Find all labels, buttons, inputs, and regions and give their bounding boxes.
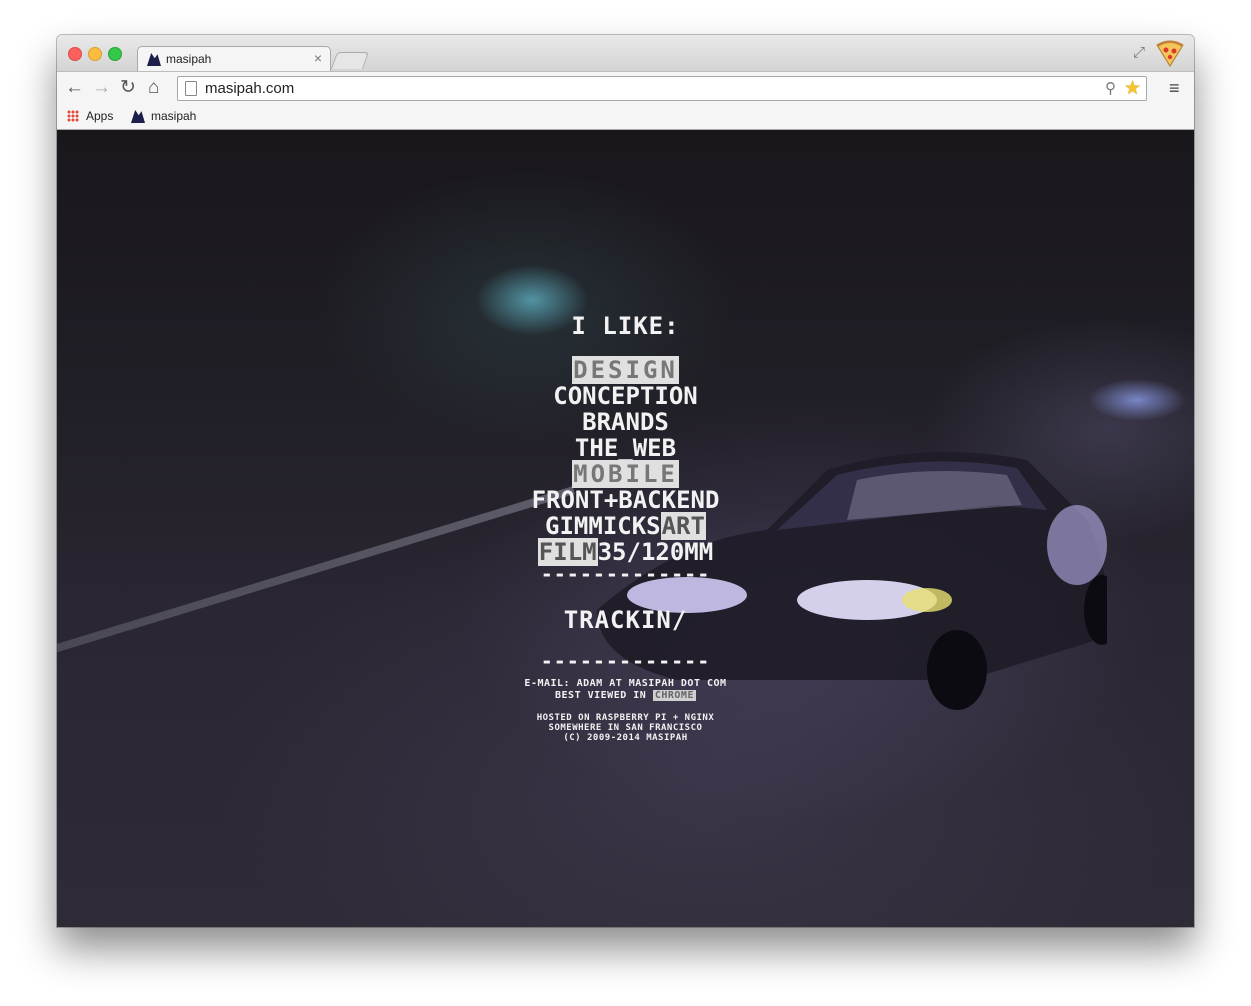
list-item-design[interactable]: DESIGN [572, 356, 679, 384]
list-item-art[interactable]: ART [660, 512, 706, 540]
email-line: E-MAIL: ADAM AT MASIPAH DOT COM [524, 678, 727, 689]
page-viewport: I LIKE: DESIGN CONCEPTION BRANDS THE_WEB… [57, 130, 1194, 927]
tab-close-icon[interactable]: × [314, 50, 322, 66]
trackin-link[interactable]: TRACKIN/ [57, 606, 1194, 634]
tab-title: masipah [166, 52, 212, 66]
list-item-gimmicks: GIMMICKS [545, 512, 661, 540]
title-bar: masipah × ⤢ [57, 35, 1194, 72]
menu-icon[interactable]: ≡ [1169, 78, 1180, 99]
close-window-button[interactable] [68, 47, 82, 61]
apps-grid-icon[interactable] [67, 110, 79, 122]
back-arrow-icon[interactable]: ← [65, 77, 84, 99]
hosted-line: HOSTED ON RASPBERRY PI + NGINX [536, 713, 715, 723]
location-line: SOMEWHERE IN SAN FRANCISCO [548, 723, 703, 733]
i-like-heading: I LIKE: [571, 312, 680, 340]
bookmark-masipah[interactable]: masipah [151, 109, 196, 123]
bookmark-star-icon[interactable]: ★ [1124, 77, 1141, 100]
url-text[interactable]: masipah.com [205, 80, 294, 97]
bookmarks-bar: Apps masipah [57, 105, 1194, 130]
home-icon[interactable]: ⌂ [148, 77, 159, 99]
divider-bottom: ------------- [540, 649, 711, 673]
best-viewed-label: BEST VIEWED IN [555, 690, 647, 701]
list-item-brands: BRANDS [582, 408, 669, 436]
hosting-info: HOSTED ON RASPBERRY PI + NGINX SOMEWHERE… [57, 713, 1194, 743]
bookmark-apps[interactable]: Apps [86, 109, 113, 123]
forward-arrow-icon[interactable]: → [92, 77, 111, 99]
masipah-favicon-icon [131, 110, 145, 123]
fullscreen-icon[interactable]: ⤢ [1133, 44, 1145, 61]
divider-top: ------------- [540, 562, 711, 586]
chrome-link[interactable]: CHROME [652, 690, 696, 701]
pizza-icon[interactable] [1155, 39, 1185, 67]
list-item-conception: CONCEPTION [553, 382, 698, 410]
list-item-mobile[interactable]: MOBILE [572, 460, 679, 488]
likes-list: DESIGN CONCEPTION BRANDS THE_WEB MOBILE … [57, 356, 1194, 566]
navigation-toolbar: ← → ↻ ⌂ masipah.com ⚲ ★ ≡ [57, 71, 1194, 106]
masipah-favicon-icon [147, 53, 161, 66]
search-icon[interactable]: ⚲ [1105, 79, 1116, 97]
tab-masipah[interactable]: masipah × [137, 46, 331, 72]
page-icon [185, 81, 197, 96]
list-item-front-backend: FRONT+BACKEND [531, 486, 720, 514]
new-tab-button[interactable] [330, 52, 370, 69]
list-item-the-web: THE_WEB [574, 434, 677, 462]
reload-icon[interactable]: ↻ [120, 77, 136, 99]
contact-info: E-MAIL: ADAM AT MASIPAH DOT COM BEST VIE… [57, 678, 1194, 702]
minimize-window-button[interactable] [88, 47, 102, 61]
zoom-window-button[interactable] [108, 47, 122, 61]
copyright-line: (C) 2009-2014 MASIPAH [563, 733, 688, 743]
browser-window: masipah × ⤢ ← → ↻ ⌂ masipah.com ⚲ ★ ≡ Ap… [57, 35, 1194, 927]
address-bar[interactable]: masipah.com ⚲ ★ [177, 76, 1147, 101]
